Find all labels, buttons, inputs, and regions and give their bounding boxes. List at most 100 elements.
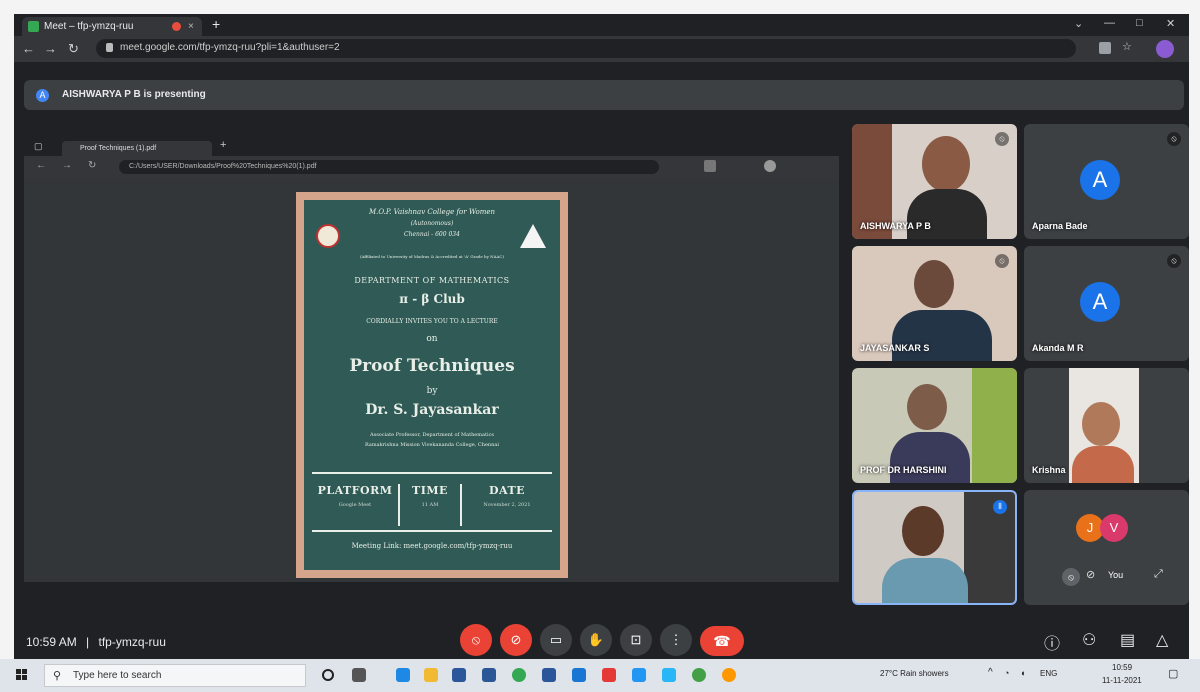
app-icon-2[interactable] [602,668,616,682]
search-icon: ⚲ [53,670,62,682]
shared-new-tab-icon: + [220,139,227,151]
app-icon-1[interactable] [572,668,586,682]
taskbar-date[interactable]: 11-11-2021 [1102,676,1142,685]
self-tile[interactable]: J V ⦸ ⊘ You ⤢ [1024,490,1189,605]
presenting-banner: A AISHWARYA P B is presenting [24,80,1184,110]
participant-face [922,136,970,192]
mic-muted-icon: ⦸ [995,254,1009,268]
participant-tile[interactable]: Krishna [1024,368,1189,483]
camera-indicator-icon[interactable] [1099,42,1111,54]
meeting-time: 10:59 AM [26,635,77,649]
volume-icon[interactable]: ◖ [1020,668,1025,678]
close-window-icon[interactable]: ✕ [1166,17,1175,30]
captions-button[interactable]: ▭ [540,624,572,656]
notification-icon[interactable]: ▢ [1168,667,1178,680]
poster-board: M.O.P. Vaishnav College for Women (Auton… [304,200,560,570]
date-label: DATE [488,484,526,497]
participant-tile-active[interactable]: ⦀ [852,490,1017,605]
windows-taskbar: ⚲ Type here to search 27°C Rain showers … [0,659,1200,692]
self-camera-off-icon[interactable]: ⊘ [1086,568,1095,581]
browser-tab[interactable]: Meet – tfp-ymzq-ruu × [22,17,202,36]
app-icon-5[interactable] [692,668,706,682]
invitation-text: CORDIALLY INVITES YOU TO A LECTURE [366,318,498,325]
weather-text[interactable]: 27°C Rain showers [880,669,949,678]
self-mic-icon[interactable]: ⦸ [1062,568,1080,586]
on-text: on [426,334,438,344]
meet-area: A AISHWARYA P B is presenting ▢ Proof Te… [14,62,1189,659]
shared-window-icon: ▢ [34,141,43,151]
participant-avatar: A [1080,282,1120,322]
tab-title: Meet – tfp-ymzq-ruu [44,21,134,32]
participant-body [907,189,987,239]
chat-icon[interactable]: ▤ [1120,630,1135,650]
platform-cell: PLATFORM Google Meet [312,484,398,528]
back-icon[interactable]: ← [22,41,35,56]
shared-forward-icon: → [62,160,72,171]
date-cell: DATE November 2, 2021 [462,484,552,528]
address-bar[interactable]: meet.google.com/tfp-ymzq-ruu?pli=1&authu… [96,39,1076,58]
people-icon[interactable]: ⚇ [1082,630,1096,650]
cortana-icon[interactable] [322,669,334,681]
participant-tile[interactable]: ⦸ JAYASANKAR S [852,246,1017,361]
mic-off-button[interactable]: ⦸ [460,624,492,656]
language-indicator[interactable]: ENG [1040,669,1057,678]
shared-address-row: ← → ↻ C:/Users/USER/Downloads/Proof%20Te… [24,156,839,178]
url-text: meet.google.com/tfp-ymzq-ruu?pli=1&authu… [120,42,340,53]
present-button[interactable]: ⊡ [620,624,652,656]
wall-background [972,368,1017,483]
task-view-icon[interactable] [352,668,366,682]
participant-body [892,310,992,361]
club-name: π - β Club [399,292,465,306]
shared-reload-icon: ↻ [88,160,97,171]
bookmark-star-icon[interactable]: ☆ [1122,40,1134,53]
meeting-clock: 10:59 AM | tfp-ymzq-ruu [26,635,166,649]
app-icon-3[interactable] [632,668,646,682]
participant-tile[interactable]: ⦸ AISHWARYA P B [852,124,1017,239]
participant-name: PROF DR HARSHINI [860,465,947,475]
taskbar-search-box[interactable]: ⚲ Type here to search [44,664,306,687]
reload-icon[interactable]: ↻ [68,41,79,57]
browser-window: Meet – tfp-ymzq-ruu × + ⌄ — □ ✕ ← → ↻ me… [14,14,1189,659]
time-value: 11 AM [421,502,439,508]
forward-icon[interactable]: → [44,41,57,56]
pdf-viewer: M.O.P. Vaishnav College for Women (Auton… [24,178,839,582]
minimize-icon[interactable]: — [1104,17,1115,29]
participant-name: Akanda M R [1032,343,1084,353]
recording-dot-icon [172,22,181,31]
profile-avatar[interactable] [1156,40,1174,58]
mail-icon[interactable] [482,668,496,682]
meeting-info-separator: | [86,635,90,649]
tab-search-icon[interactable]: ⌄ [1074,17,1083,30]
time-cell: TIME 11 AM [400,484,460,528]
close-tab-icon[interactable]: × [188,17,194,36]
shared-tab-strip: ▢ Proof Techniques (1).pdf + [24,138,839,156]
participant-tile[interactable]: A ⦸ Akanda M R [1024,246,1189,361]
participant-tile[interactable]: A ⦸ Aparna Bade [1024,124,1189,239]
word-icon[interactable] [542,668,556,682]
file-explorer-icon[interactable] [424,668,438,682]
app-icon-4[interactable] [662,668,676,682]
tray-up-arrow-icon[interactable]: ^ [988,667,993,678]
end-call-button[interactable]: ☎ [700,626,744,656]
meet-favicon-icon [28,21,39,32]
participant-tile[interactable]: PROF DR HARSHINI [852,368,1017,483]
network-icon[interactable]: ◔ [1004,668,1009,678]
activities-icon[interactable]: △ [1156,630,1168,650]
taskbar-time[interactable]: 10:59 [1112,663,1132,672]
raise-hand-button[interactable]: ✋ [580,624,612,656]
app-icon-6[interactable] [722,668,736,682]
camera-off-button[interactable]: ⊘ [500,624,532,656]
chrome-icon[interactable] [512,668,526,682]
college-name: M.O.P. Vaishnav College for Women [368,208,496,216]
participant-name: Aparna Bade [1032,221,1088,231]
mic-muted-icon: ⦸ [1167,254,1181,268]
edge-icon[interactable] [396,668,410,682]
store-icon[interactable] [452,668,466,682]
windows-start-icon[interactable] [16,669,28,681]
new-tab-button[interactable]: + [212,16,220,32]
more-options-button[interactable]: ⋮ [660,624,692,656]
maximize-icon[interactable]: □ [1136,17,1143,29]
meeting-details-icon[interactable]: ⓘ [1044,630,1060,654]
speaking-indicator-icon: ⦀ [993,500,1007,514]
expand-icon[interactable]: ⤢ [1154,568,1163,581]
